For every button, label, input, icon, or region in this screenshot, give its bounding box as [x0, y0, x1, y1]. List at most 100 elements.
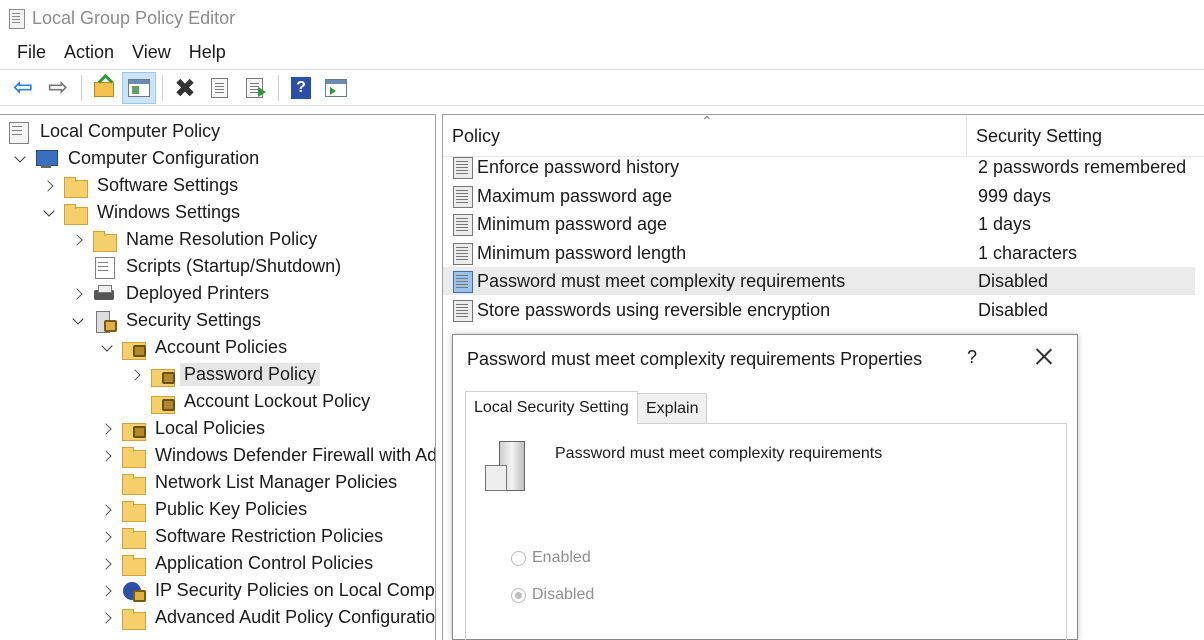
- show-hide-tree-icon: [127, 77, 151, 99]
- tree-item-software-restriction[interactable]: Software Restriction Policies: [99, 523, 387, 550]
- close-icon[interactable]: [1033, 345, 1055, 367]
- delete-icon: ✖: [174, 72, 196, 103]
- tree-item-computer-configuration[interactable]: Computer Configuration: [12, 145, 263, 172]
- menu-action[interactable]: Action: [55, 42, 123, 63]
- up-folder-icon: [92, 77, 116, 99]
- tree-item-security-settings[interactable]: Security Settings: [70, 307, 265, 334]
- expand-chevron-icon[interactable]: [99, 448, 115, 464]
- back-icon: ⇦: [12, 73, 34, 101]
- properties-button[interactable]: [203, 72, 237, 104]
- expand-chevron-icon[interactable]: [99, 610, 115, 626]
- tree-item-ip-security-policies[interactable]: IP Security Policies on Local Comput: [99, 577, 435, 604]
- tree-item-label: Application Control Policies: [155, 553, 374, 573]
- forward-button[interactable]: ⇨: [41, 72, 75, 104]
- expand-chevron-icon[interactable]: [99, 529, 115, 545]
- row-policy-name: Minimum password length: [477, 242, 687, 263]
- dialog-help-button[interactable]: ?: [967, 347, 977, 368]
- tree-item-public-key-policies[interactable]: Public Key Policies: [99, 496, 311, 523]
- expand-chevron-icon[interactable]: [128, 367, 144, 383]
- row-policy-name: Store passwords using reversible encrypt…: [477, 299, 831, 320]
- dialog-policy-name: Password must meet complexity requiremen…: [555, 445, 883, 462]
- tree-item-windows-settings[interactable]: Windows Settings: [41, 199, 244, 226]
- expand-chevron-icon[interactable]: [41, 178, 57, 194]
- expand-chevron-icon[interactable]: [70, 286, 86, 302]
- tree-item-label: Public Key Policies: [155, 499, 308, 519]
- policy-icon: [451, 270, 473, 293]
- radio-enabled[interactable]: [511, 550, 526, 566]
- expand-chevron-icon[interactable]: [70, 232, 86, 248]
- policy-editor-icon: [6, 7, 26, 29]
- window-title: Local Group Policy Editor: [32, 7, 236, 28]
- list-row[interactable]: Maximum password age 999 days: [443, 182, 1195, 210]
- show-action-pane-button[interactable]: [319, 72, 353, 104]
- column-header-security-setting[interactable]: Security Setting: [967, 115, 1204, 157]
- tree-item-advanced-audit-policy[interactable]: Advanced Audit Policy Configuratio: [99, 604, 435, 631]
- tree-item-account-lockout-policy[interactable]: Account Lockout Policy: [128, 388, 374, 415]
- row-security-setting: Disabled: [978, 270, 1049, 291]
- row-security-setting: 2 passwords remembered: [978, 156, 1187, 177]
- tree-item-application-control[interactable]: Application Control Policies: [99, 550, 377, 577]
- list-row-selected[interactable]: Password must meet complexity requiremen…: [443, 267, 1195, 295]
- help-button[interactable]: ?: [284, 72, 318, 104]
- export-list-button[interactable]: [238, 72, 272, 104]
- tree-item-account-policies[interactable]: Account Policies: [99, 334, 291, 361]
- policy-sheet-icon: [6, 121, 30, 144]
- folder-icon: [121, 445, 146, 468]
- list-row[interactable]: Minimum password length 1 characters: [443, 239, 1195, 267]
- list-row[interactable]: Minimum password age 1 days: [443, 210, 1195, 238]
- tree-item-name-resolution-policy[interactable]: Name Resolution Policy: [70, 226, 321, 253]
- collapse-chevron-icon[interactable]: [70, 313, 86, 329]
- expand-chevron-icon[interactable]: [99, 502, 115, 518]
- radio-disabled[interactable]: [511, 587, 526, 603]
- tree-item-local-policies[interactable]: Local Policies: [99, 415, 269, 442]
- back-button[interactable]: ⇦: [6, 72, 40, 104]
- tree-item-scripts[interactable]: Scripts (Startup/Shutdown): [70, 253, 345, 280]
- tree-item-label: Local Policies: [155, 418, 266, 438]
- show-hide-tree-button[interactable]: [122, 71, 156, 104]
- expand-chevron-icon[interactable]: [99, 556, 115, 572]
- collapse-chevron-icon[interactable]: [99, 340, 115, 356]
- tree-item-deployed-printers[interactable]: Deployed Printers: [70, 280, 273, 307]
- tree-item-label: Password Policy: [180, 363, 321, 386]
- up-one-level-button[interactable]: [87, 72, 121, 104]
- expand-chevron-icon[interactable]: [99, 583, 115, 599]
- tree-item-label: Software Restriction Policies: [155, 526, 384, 546]
- tree-item-label: Scripts (Startup/Shutdown): [126, 256, 342, 276]
- script-icon: [92, 256, 116, 279]
- menu-help[interactable]: Help: [180, 42, 235, 63]
- column-header-policy[interactable]: Policy: [443, 115, 967, 157]
- folder-icon: [92, 229, 117, 252]
- menu-file[interactable]: File: [8, 42, 55, 63]
- folder-icon: [121, 472, 146, 495]
- locked-folder-icon: [150, 391, 175, 414]
- row-security-setting: 1 characters: [978, 242, 1078, 263]
- console-tree[interactable]: Local Computer Policy Computer Configura…: [0, 114, 436, 640]
- row-policy-name: Enforce password history: [477, 156, 680, 177]
- tree-item-windows-defender-firewall[interactable]: Windows Defender Firewall with Adv: [99, 442, 435, 469]
- row-security-setting: 999 days: [978, 185, 1052, 206]
- radio-enabled-label: Enabled: [532, 549, 591, 566]
- tree-item-network-list-manager[interactable]: Network List Manager Policies: [99, 469, 401, 496]
- tree-item-label: Windows Settings: [97, 202, 241, 222]
- collapse-chevron-icon[interactable]: [12, 151, 28, 167]
- toolbar-separator: [162, 74, 163, 101]
- row-security-setting: Disabled: [978, 299, 1049, 320]
- collapse-chevron-icon[interactable]: [41, 205, 57, 221]
- folder-icon: [121, 553, 146, 576]
- radio-enabled-option[interactable]: Enabled: [511, 549, 591, 567]
- tree-item-password-policy[interactable]: Password Policy: [128, 361, 321, 388]
- tree-item-software-settings[interactable]: Software Settings: [41, 172, 242, 199]
- radio-disabled-option[interactable]: Disabled: [511, 586, 594, 604]
- delete-button[interactable]: ✖: [168, 72, 202, 104]
- tab-explain[interactable]: Explain: [637, 393, 708, 423]
- list-row[interactable]: Store passwords using reversible encrypt…: [443, 296, 1195, 324]
- toolbar-separator: [81, 74, 82, 101]
- tree-item-label: Account Policies: [155, 337, 288, 357]
- tree-item-local-computer-policy[interactable]: Local Computer Policy: [6, 118, 224, 145]
- policy-icon: [451, 242, 473, 265]
- menu-view[interactable]: View: [123, 42, 180, 63]
- tab-local-security-setting[interactable]: Local Security Setting: [465, 391, 638, 424]
- expand-chevron-icon[interactable]: [99, 421, 115, 437]
- list-row[interactable]: Enforce password history 2 passwords rem…: [443, 153, 1195, 181]
